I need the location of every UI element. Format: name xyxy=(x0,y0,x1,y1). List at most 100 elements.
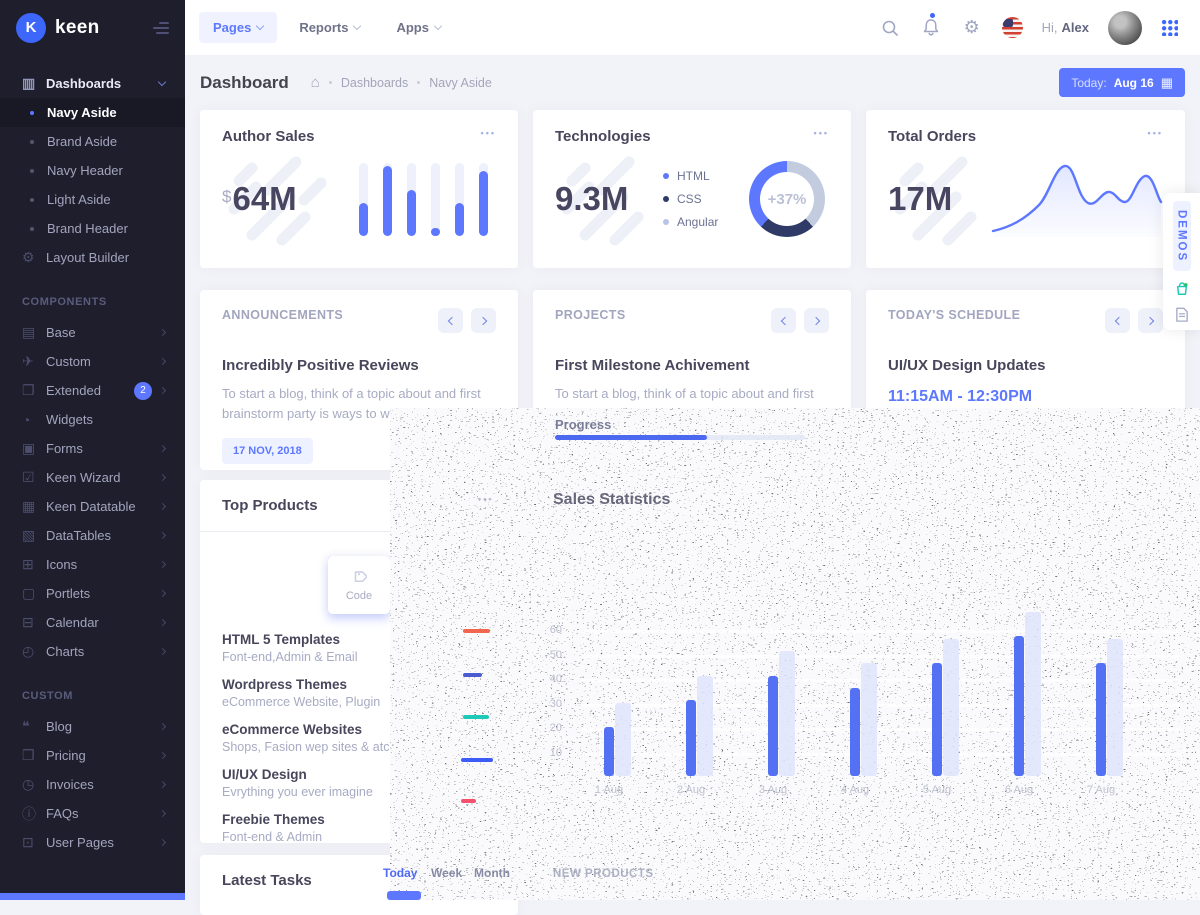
mini-bar-fill xyxy=(359,203,368,236)
sidebar-toggle-icon[interactable] xyxy=(153,22,169,34)
schedule-time: 11:15AM - 12:30PM xyxy=(888,388,1163,406)
chevron-down-icon xyxy=(158,78,166,86)
demos-tab[interactable]: DEMOS xyxy=(1173,201,1191,271)
tasks-filter-today[interactable]: Today xyxy=(383,866,417,880)
sidebar-item-portlets[interactable]: ▢ Portlets xyxy=(0,579,185,608)
sidebar-item-forms[interactable]: ▣ Forms xyxy=(0,434,185,463)
gridline xyxy=(582,655,1182,658)
brand-name[interactable]: keen xyxy=(55,17,100,39)
sidebar-item-brand-aside[interactable]: Brand Aside xyxy=(0,127,185,156)
book-icon: ❒ xyxy=(22,747,46,764)
schedule-heading[interactable]: UI/UX Design Updates xyxy=(888,357,1163,374)
sidebar-item-invoices[interactable]: ◷ Invoices xyxy=(0,770,185,799)
sidebar-item-icons[interactable]: ⊞ Icons xyxy=(0,550,185,579)
sidebar-item-calendar[interactable]: ⊟ Calendar xyxy=(0,608,185,637)
apps-grid-icon[interactable] xyxy=(1161,19,1178,36)
portlet-icon: ▢ xyxy=(22,585,46,602)
sidebar-nav: ▥ Dashboards Navy Aside Brand Aside Navy… xyxy=(0,55,185,857)
sidebar-item-user-pages[interactable]: ⊡ User Pages xyxy=(0,828,185,857)
menu-item-reports[interactable]: Reports xyxy=(285,12,374,43)
x-axis-label: 2 Aug xyxy=(668,784,714,796)
total-orders-value: 17M xyxy=(888,180,952,218)
sidebar-item-layout-builder[interactable]: ⚙ Layout Builder xyxy=(0,243,185,272)
sidebar-item-keen-datatable[interactable]: ▦ Keen Datatable xyxy=(0,492,185,521)
gridline xyxy=(582,728,1182,731)
sales-bar-secondary xyxy=(697,676,713,776)
sidebar-item-light-aside[interactable]: Light Aside xyxy=(0,185,185,214)
chevron-down-icon xyxy=(353,21,361,29)
today-date-button[interactable]: Today: Aug 16 ▦ xyxy=(1059,68,1185,97)
sales-bar-secondary xyxy=(943,639,959,776)
info-icon: ⓘ xyxy=(22,804,46,824)
chevron-right-icon xyxy=(159,561,166,568)
sales-bar xyxy=(932,663,942,776)
sidebar-item-pricing[interactable]: ❒ Pricing xyxy=(0,741,185,770)
settings-gear-icon[interactable]: ⚙ xyxy=(961,17,983,39)
tasks-filter-month[interactable]: Month xyxy=(474,866,510,880)
next-arrow-button[interactable] xyxy=(1138,308,1163,333)
card-menu-dots-icon[interactable]: ••• xyxy=(1148,128,1163,138)
legend-item-html: HTML xyxy=(663,169,718,183)
next-arrow-button[interactable] xyxy=(804,308,829,333)
bullet-icon xyxy=(30,111,34,115)
prev-arrow-button[interactable] xyxy=(1105,308,1130,333)
tab-code[interactable]: Code xyxy=(328,556,390,614)
chevron-right-icon xyxy=(159,781,166,788)
language-flag-icon[interactable] xyxy=(1002,17,1023,38)
chevron-down-icon xyxy=(434,21,442,29)
prev-arrow-button[interactable] xyxy=(771,308,796,333)
menu-item-pages[interactable]: Pages xyxy=(199,12,277,43)
prev-arrow-button[interactable] xyxy=(438,308,463,333)
x-axis-label: 4 Aug xyxy=(832,784,878,796)
breadcrumb-navy-aside[interactable]: Navy Aside xyxy=(429,76,492,90)
chevron-right-icon xyxy=(159,839,166,846)
keen-logo-icon[interactable]: K xyxy=(16,13,46,43)
subheader: Dashboard ⌂ Dashboards Navy Aside Today:… xyxy=(185,55,1200,110)
sidebar-item-keen-wizard[interactable]: ☑ Keen Wizard xyxy=(0,463,185,492)
chevron-right-icon xyxy=(159,329,166,336)
card-label: ANNOUNCEMENTS xyxy=(222,308,343,322)
menu-item-apps[interactable]: Apps xyxy=(382,12,455,43)
user-greeting: Hi,Alex xyxy=(1042,20,1089,35)
sidebar-item-brand-header[interactable]: Brand Header xyxy=(0,214,185,243)
chevron-right-icon xyxy=(159,503,166,510)
y-axis-label: 30 xyxy=(542,698,562,710)
ghost-color-dash xyxy=(463,673,482,677)
sidebar-item-datatables[interactable]: ▧ DataTables xyxy=(0,521,185,550)
sidebar-item-dashboards[interactable]: ▥ Dashboards xyxy=(0,69,185,98)
project-heading[interactable]: First Milestone Achivement xyxy=(555,357,829,374)
bar-chart-icon: ▥ xyxy=(22,75,46,92)
announcement-heading[interactable]: Incredibly Positive Reviews xyxy=(222,357,496,374)
user-avatar[interactable] xyxy=(1108,11,1142,45)
chevron-right-icon xyxy=(159,358,166,365)
breadcrumb-dashboards[interactable]: Dashboards xyxy=(341,76,408,90)
sidebar-item-faqs[interactable]: ⓘ FAQs xyxy=(0,799,185,828)
search-icon[interactable] xyxy=(879,17,901,39)
bullet-icon xyxy=(30,140,34,144)
y-axis-label: 20 xyxy=(542,722,562,734)
chevron-right-icon xyxy=(159,532,166,539)
sidebar-item-charts[interactable]: ◴ Charts xyxy=(0,637,185,666)
next-arrow-button[interactable] xyxy=(471,308,496,333)
sidebar-item-custom[interactable]: ✈ Custom xyxy=(0,347,185,376)
sidebar-item-navy-aside[interactable]: Navy Aside xyxy=(0,98,185,127)
header-menu: Pages Reports Apps xyxy=(199,12,455,43)
sidebar-item-base[interactable]: ▤ Base xyxy=(0,318,185,347)
mini-bar-fill xyxy=(407,190,416,235)
sidebar-item-blog[interactable]: ❝ Blog xyxy=(0,712,185,741)
home-icon[interactable]: ⌂ xyxy=(311,74,320,91)
card-menu-dots-icon[interactable]: ••• xyxy=(814,128,829,138)
card-menu-dots-icon[interactable]: ••• xyxy=(481,128,496,138)
mini-bar-fill xyxy=(383,166,392,235)
notifications-bell-icon[interactable] xyxy=(920,17,942,39)
x-axis-label: 3 Aug xyxy=(750,784,796,796)
sidebar-item-widgets[interactable]: ◔ Widgets xyxy=(0,405,185,434)
card-label: TODAY'S SCHEDULE xyxy=(888,308,1020,322)
tasks-filter-week[interactable]: Week xyxy=(431,866,462,880)
document-icon[interactable] xyxy=(1174,307,1190,322)
sidebar-item-navy-header[interactable]: Navy Header xyxy=(0,156,185,185)
shopping-bag-icon[interactable] xyxy=(1173,281,1191,296)
technologies-value: 9.3M xyxy=(555,180,628,218)
legend-item-css: CSS xyxy=(663,192,718,206)
sidebar-item-extended[interactable]: ❐ Extended 2 xyxy=(0,376,185,405)
